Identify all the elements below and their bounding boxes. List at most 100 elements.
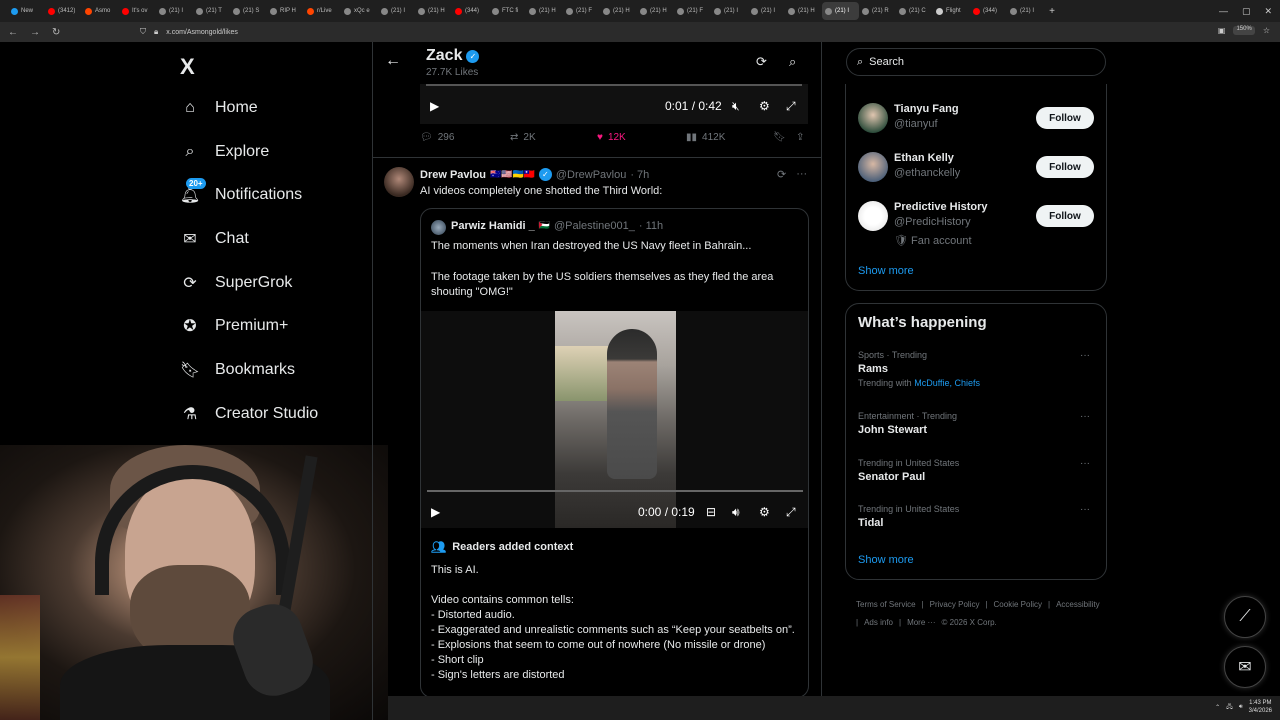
browser-tab[interactable]: (21) S [230, 2, 267, 20]
footer-link[interactable]: Ads info [864, 618, 893, 627]
trending-with-links[interactable]: McDuffie, Chiefs [914, 378, 980, 388]
back-icon[interactable]: ← [8, 27, 18, 38]
system-clock[interactable]: 1:43 PM 3/4/2026 [1249, 699, 1272, 715]
search-input[interactable]: ⌕ Search [846, 48, 1106, 76]
browser-tab[interactable]: (21) H [526, 2, 563, 20]
footer-link[interactable]: Cookie Policy [994, 600, 1042, 609]
mail-icon[interactable]: ✉ [1224, 646, 1266, 688]
browser-tab[interactable]: RIP H [267, 2, 304, 20]
browser-tab[interactable]: (21) I [378, 2, 415, 20]
avatar[interactable] [858, 103, 888, 133]
video-progress[interactable] [427, 490, 803, 492]
grok-icon[interactable]: ⟋ [1224, 596, 1266, 638]
x-logo[interactable]: X [180, 54, 195, 80]
show-more-link[interactable]: Show more [858, 265, 914, 277]
browser-tab[interactable]: (21) F [563, 2, 600, 20]
browser-tab[interactable]: (21) I [748, 2, 785, 20]
nav-item-chat[interactable]: ✉ Chat [180, 224, 249, 254]
follow-button[interactable]: Follow [1036, 205, 1094, 227]
suggestion-name[interactable]: Ethan Kelly [894, 152, 954, 164]
share-icon[interactable]: ⇪ [796, 132, 804, 143]
more-icon[interactable]: ··· [796, 168, 807, 181]
translate-icon[interactable]: ▣ [1218, 26, 1226, 35]
grok-icon[interactable]: ⟳ [777, 168, 786, 181]
settings-icon[interactable]: ⚙ [759, 505, 770, 519]
chevron-up-icon[interactable]: ⌃ [1215, 704, 1220, 711]
repost-button[interactable]: ⇄ 2K [510, 132, 536, 143]
browser-tab[interactable]: (21) H [415, 2, 452, 20]
settings-icon[interactable]: ⚙ [759, 99, 770, 113]
quote-tweet[interactable]: Parwiz Hamidi _ 🇵🇸 @Palestine001_ · 11h … [420, 208, 809, 698]
play-icon[interactable]: ▶ [431, 505, 440, 519]
browser-tab[interactable]: (21) F [674, 2, 711, 20]
browser-tab[interactable]: r/Live [304, 2, 341, 20]
follow-suggestion[interactable]: Ethan Kelly @ethanckelly Follow [858, 152, 1098, 192]
search-icon[interactable]: ⌕ [789, 54, 796, 70]
post-time[interactable]: · 7h [630, 169, 649, 181]
follow-button[interactable]: Follow [1036, 107, 1094, 129]
views-button[interactable]: ▮▮ 412K [686, 132, 725, 143]
show-more-link[interactable]: Show more [858, 554, 914, 566]
back-arrow-icon[interactable]: ← [385, 52, 401, 70]
browser-tab[interactable]: (21) I [711, 2, 748, 20]
browser-tab[interactable]: xQc e [341, 2, 378, 20]
fullscreen-icon[interactable]: ⤢ [786, 99, 796, 114]
suggestion-name[interactable]: Tianyu Fang [894, 103, 959, 115]
grok-icon[interactable]: ⟳ [756, 54, 767, 70]
browser-tab[interactable]: (21) H [600, 2, 637, 20]
browser-tab[interactable]: Asmo [82, 2, 119, 20]
zoom-badge[interactable]: 150% [1233, 26, 1255, 35]
browser-tab[interactable]: (21) H [785, 2, 822, 20]
browser-tab[interactable]: New [8, 2, 45, 20]
nav-item-premium[interactable]: ✪ Premium+ [180, 311, 288, 341]
follow-suggestion[interactable]: Tianyu Fang @tianyuf Follow [858, 103, 1098, 143]
reply-button[interactable]: 💬︎ 296 [420, 132, 454, 143]
nav-item-explore[interactable]: ⌕ Explore [180, 137, 270, 167]
browser-tab[interactable]: (3412) [45, 2, 82, 20]
nav-item-supergrok[interactable]: ⟳ SuperGrok [180, 268, 292, 298]
trend-item[interactable]: Trending in United States Tidal ··· [858, 504, 1098, 529]
footer-link[interactable]: Accessibility [1056, 600, 1100, 609]
browser-tab[interactable]: (344) [452, 2, 489, 20]
browser-tab[interactable]: (21) I [1007, 2, 1044, 20]
browser-tab[interactable]: (344) [970, 2, 1007, 20]
more-icon[interactable]: ··· [1080, 504, 1090, 515]
maximize-icon[interactable]: ▢ [1242, 6, 1251, 17]
bookmark-icon[interactable]: 🔖︎ [773, 132, 786, 143]
browser-tab[interactable]: Flight [933, 2, 970, 20]
avatar[interactable] [858, 152, 888, 182]
new-tab-button[interactable]: + [1044, 6, 1060, 17]
forward-icon[interactable]: → [30, 27, 40, 38]
more-icon[interactable]: ··· [1080, 350, 1090, 361]
footer-link[interactable]: Privacy Policy [930, 600, 980, 609]
captions-icon[interactable]: ⊟ [706, 505, 716, 519]
video-player[interactable]: ▶ 0:00 / 0:19 ⊟ 🔊︎ ⚙ ⤢ [421, 311, 808, 528]
follow-suggestion[interactable]: Predictive History @PredicHistory 🛡 Fan ac… [858, 201, 1098, 247]
browser-tab[interactable]: (21) H [637, 2, 674, 20]
network-icon[interactable]: 🖧︎ [1226, 702, 1233, 712]
browser-tab[interactable]: (21) C [896, 2, 933, 20]
author-name[interactable]: Drew Pavlou [420, 169, 486, 181]
video-player[interactable]: ▶ 0:01 / 0:42 🔇︎ ⚙ ⤢ [420, 84, 808, 124]
browser-tab[interactable]: FTC fi [489, 2, 526, 20]
author-handle[interactable]: @DrewPavlou [556, 169, 626, 181]
reload-icon[interactable]: ↻ [52, 27, 60, 38]
more-icon[interactable]: ··· [1080, 458, 1090, 469]
like-button[interactable]: ♥ 12K [597, 132, 626, 143]
footer-link[interactable]: Terms of Service [856, 600, 916, 609]
nav-item-notifications[interactable]: 🔔︎ 20+ Notifications [180, 178, 302, 210]
avatar[interactable] [858, 201, 888, 231]
mute-icon[interactable]: 🔇︎ [732, 99, 740, 114]
nav-item-bookmarks[interactable]: 🔖︎ Bookmarks [180, 355, 295, 385]
more-icon[interactable]: ··· [1080, 411, 1090, 422]
browser-tab[interactable]: (21) I [822, 2, 859, 20]
avatar[interactable] [384, 167, 414, 197]
star-icon[interactable]: ☆ [1263, 26, 1270, 35]
minimize-icon[interactable]: — [1219, 6, 1228, 16]
browser-tab[interactable]: It's ov [119, 2, 156, 20]
follow-button[interactable]: Follow [1036, 156, 1094, 178]
video-progress[interactable] [426, 84, 802, 86]
volume-icon[interactable]: 🔊︎ [1239, 704, 1243, 711]
close-icon[interactable]: ✕ [1264, 6, 1272, 17]
nav-item-home[interactable]: ⌂ Home [180, 93, 258, 123]
